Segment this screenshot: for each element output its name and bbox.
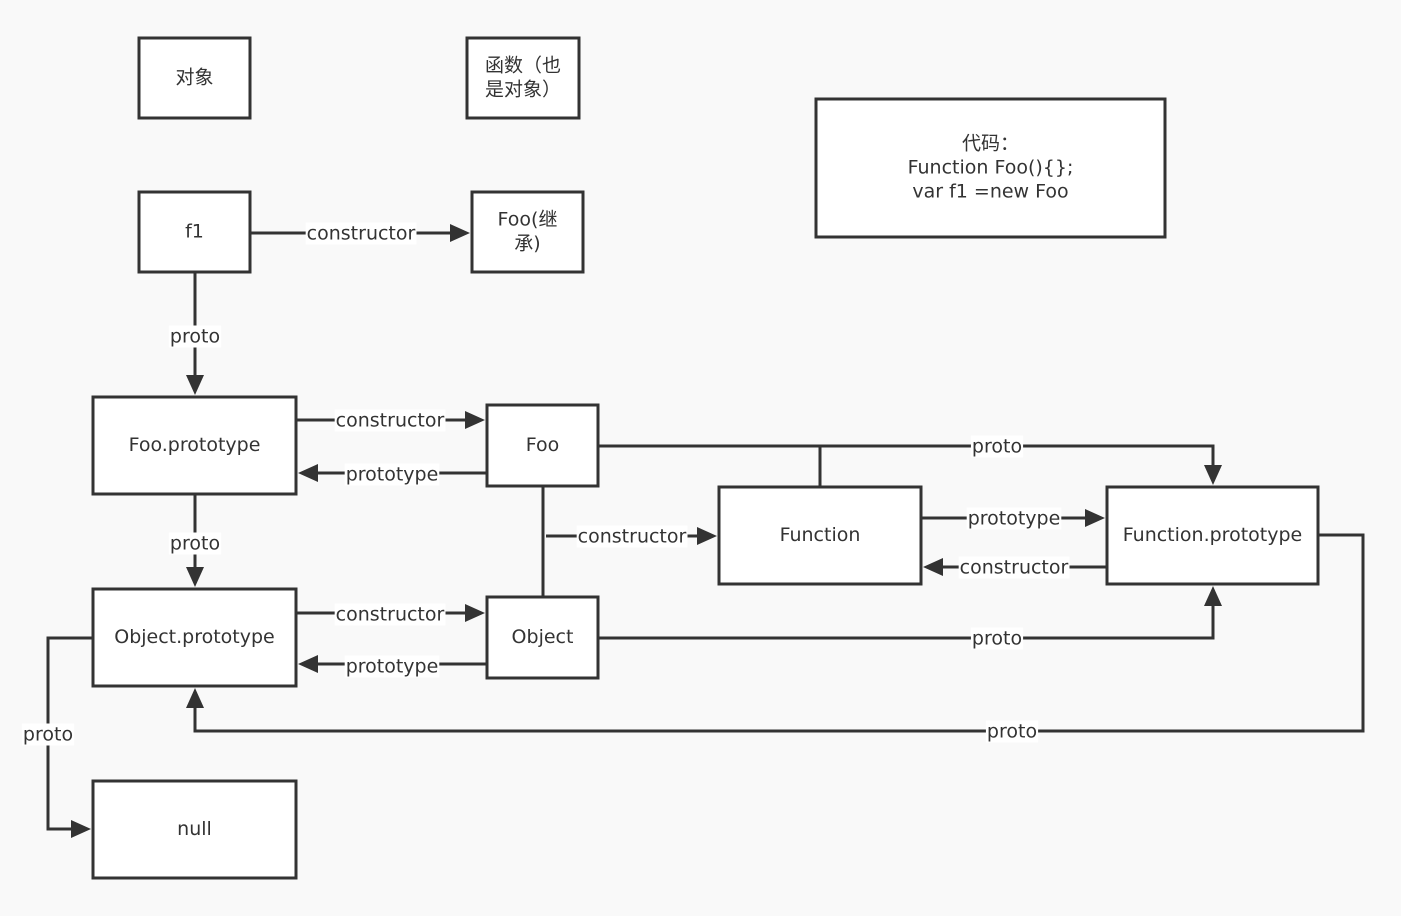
arrow-down-icon [186,375,204,395]
node-label: Foo(继 [498,209,558,231]
node-f1[interactable]: f1 [137,190,252,274]
node-code[interactable]: 代码：Function Foo(){};var f1 =new Foo [814,97,1167,239]
arrow-right-icon [71,820,91,838]
edge-f1-proto[interactable]: proto [168,272,222,395]
edge-label: proto [170,533,220,555]
edge-label: constructor [336,604,445,626]
node-object-prototype[interactable]: Object.prototype [91,587,298,688]
edge-label: proto [23,724,73,746]
node-object[interactable]: Object [485,595,600,680]
node-label: 对象 [175,67,213,89]
arrow-down-icon [186,567,204,587]
arrow-right-icon [1085,509,1105,527]
node-label: 函数（也 [485,55,561,77]
node-label: 代码： [962,133,1019,155]
node-label: Object.prototype [114,626,275,648]
edge-label: constructor [960,557,1069,579]
node-label: Function.prototype [1123,524,1302,546]
edge-function-prototype-link[interactable]: prototype [921,507,1105,530]
node-function[interactable]: Function [717,485,923,586]
node-label: Foo.prototype [129,434,261,456]
node-label: Object [512,626,574,648]
edge-objproto-constructor[interactable]: constructor [296,603,485,626]
node-label: 是对象） [485,79,561,101]
arrow-right-icon [465,411,485,429]
edge-label: proto [987,721,1037,743]
node-null[interactable]: null [91,779,298,880]
node-function-prototype[interactable]: Function.prototype [1105,485,1320,586]
edge-fooproto-constructor[interactable]: constructor [296,409,485,432]
edge-label: constructor [307,223,416,245]
edge-label: proto [170,326,220,348]
edge-label: constructor [578,526,687,548]
node-legend-object[interactable]: 对象 [137,36,252,120]
arrow-left-icon [298,464,318,482]
arrow-left-icon [298,655,318,673]
edge-label: constructor [336,410,445,432]
arrow-left-icon [923,558,943,576]
edge-label: prototype [346,464,439,486]
node-label: Function Foo(){}; [908,157,1074,179]
arrow-up-icon [1204,586,1222,606]
node-label: Function [780,524,861,546]
edge-f1-constructor[interactable]: constructor [250,222,470,245]
edge-fooproto-proto[interactable]: proto [168,494,222,587]
edge-line [598,600,1215,640]
edge-objproto-proto[interactable]: proto [21,636,93,838]
edge-foo-proto[interactable]: proto [598,435,1222,486]
edge-foo-prototype-link[interactable]: prototype [298,463,487,486]
edge-object-prototype-link[interactable]: prototype [298,655,487,678]
arrow-right-icon [465,604,485,622]
edge-foo-object-constructor[interactable]: constructor [546,525,717,548]
node-label: Foo [526,434,560,456]
node-legend-function[interactable]: 函数（也是对象） [465,36,581,120]
node-foo[interactable]: Foo [485,403,600,488]
edge-label: prototype [968,508,1061,530]
diagram-canvas: constructor proto constructor prototype prot… [21,36,1365,880]
node-label: null [177,818,212,840]
edge-label: prototype [346,656,439,678]
edge-object-proto[interactable]: proto [598,586,1222,650]
node-label: 承) [514,233,540,255]
arrow-down-icon [1204,465,1222,485]
edge-line [598,444,1215,471]
arrow-right-icon [697,527,717,545]
arrow-up-icon [186,688,204,708]
edge-funcproto-constructor[interactable]: constructor [923,556,1107,579]
node-label: f1 [185,221,204,243]
node-foo-inherit[interactable]: Foo(继承) [470,190,585,274]
edge-label: proto [972,628,1022,650]
arrow-right-icon [450,224,470,242]
node-label: var f1 =new Foo [912,181,1068,203]
node-foo-prototype[interactable]: Foo.prototype [91,395,298,496]
edge-label: proto [972,436,1022,458]
